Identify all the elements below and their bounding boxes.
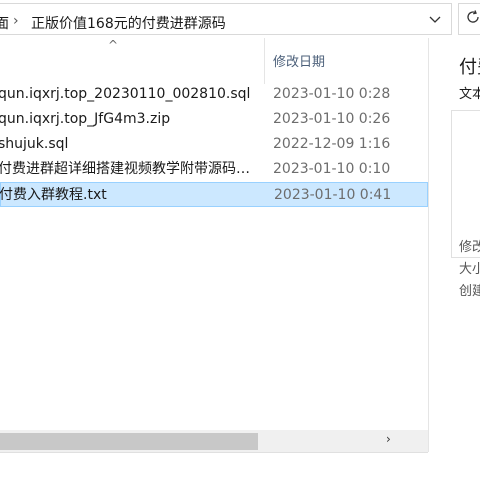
preview-size-label: 大小 <box>459 262 480 277</box>
file-name: qun.iqxrj.top_20230110_002810.sql <box>0 86 251 102</box>
address-bar: 面 › 正版价值168元的付费进群源码 <box>0 0 480 39</box>
preview-title: 付费入群教程.txt <box>459 57 480 78</box>
file-name: 付费入群教程.txt <box>0 187 107 203</box>
chevron-down-icon[interactable] <box>429 13 441 29</box>
preview-type: 文本文档 <box>459 87 480 102</box>
scrollbar-thumb[interactable] <box>0 433 258 450</box>
breadcrumb-separator-icon[interactable]: › <box>13 13 19 29</box>
scroll-right-icon[interactable]: › <box>386 432 391 446</box>
preview-created-label: 创建 <box>459 284 480 299</box>
file-row[interactable]: 付费进群超详细搭建视频教学附带源码，... 2023-01-10 0:10 <box>0 157 428 182</box>
column-header: ^ 修改日期 <box>0 38 428 84</box>
breadcrumb-parent[interactable]: 面 <box>0 13 9 33</box>
address-box[interactable]: 面 › 正版价值168元的付费进群源码 <box>0 3 452 35</box>
file-date: 2023-01-10 0:28 <box>273 86 391 102</box>
preview-modified-label: 修改 <box>459 240 480 255</box>
divider <box>0 452 428 453</box>
file-row[interactable]: qun.iqxrj.top_20230110_002810.sql 2023-0… <box>0 82 428 107</box>
breadcrumb-current[interactable]: 正版价值168元的付费进群源码 <box>31 13 226 33</box>
refresh-icon <box>465 9 480 29</box>
file-row[interactable]: shujuk.sql 2022-12-09 1:16 <box>0 132 428 157</box>
column-date-modified[interactable]: 修改日期 <box>273 51 325 70</box>
file-row[interactable]: qun.iqxrj.top_JfG4m3.zip 2023-01-10 0:26 <box>0 107 428 132</box>
details-pane: 付费入群教程.txt 文本文档 修改 大小 创建 <box>429 38 480 458</box>
refresh-button[interactable] <box>458 3 480 35</box>
file-name: 付费进群超详细搭建视频教学附带源码，... <box>0 161 260 177</box>
file-date: 2023-01-10 0:26 <box>273 111 391 127</box>
file-name: shujuk.sql <box>0 136 69 152</box>
horizontal-scrollbar[interactable]: › <box>0 430 428 452</box>
file-date: 2023-01-10 0:10 <box>273 161 391 177</box>
file-date: 2023-01-10 0:41 <box>274 187 392 203</box>
column-divider[interactable] <box>264 38 265 84</box>
sort-ascending-icon[interactable]: ^ <box>108 38 118 52</box>
file-date: 2022-12-09 1:16 <box>273 136 391 152</box>
file-name: qun.iqxrj.top_JfG4m3.zip <box>0 111 171 127</box>
file-row-selected[interactable]: 付费入群教程.txt 2023-01-10 0:41 <box>0 182 428 207</box>
